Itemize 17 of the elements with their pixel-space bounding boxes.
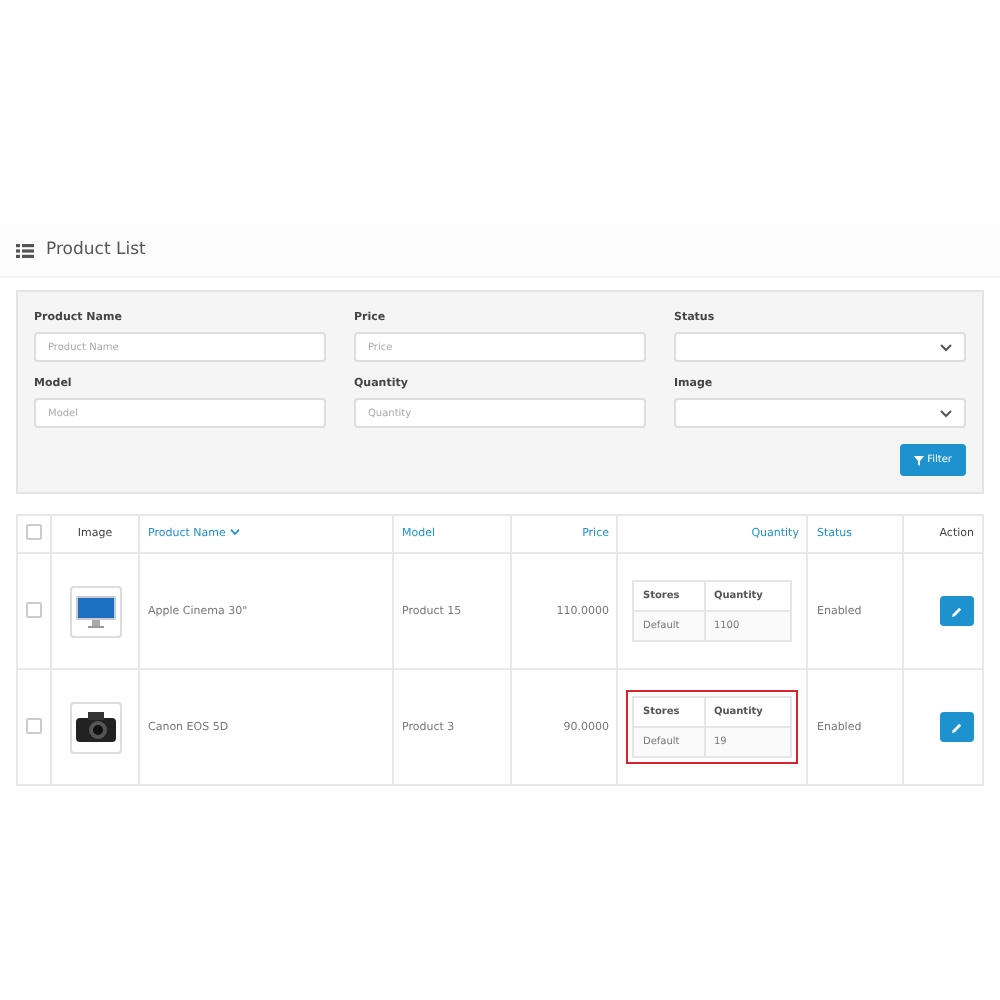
panel-title: Product List — [46, 240, 146, 260]
checkbox[interactable] — [26, 524, 42, 540]
chevron-down-icon — [940, 343, 952, 351]
pencil-icon — [952, 721, 962, 733]
monitor-icon — [75, 595, 115, 627]
list-icon — [16, 243, 34, 257]
chevron-down-icon — [229, 528, 240, 536]
chevron-down-icon — [940, 409, 952, 417]
funnel-icon — [913, 455, 924, 465]
camera-icon — [75, 712, 115, 742]
edit-button[interactable] — [940, 596, 974, 626]
checkbox[interactable] — [26, 717, 42, 733]
checkbox[interactable] — [26, 601, 42, 617]
select-field[interactable] — [674, 332, 966, 362]
edit-button[interactable] — [940, 712, 974, 742]
pencil-icon — [952, 605, 962, 617]
select-field[interactable] — [674, 398, 966, 428]
